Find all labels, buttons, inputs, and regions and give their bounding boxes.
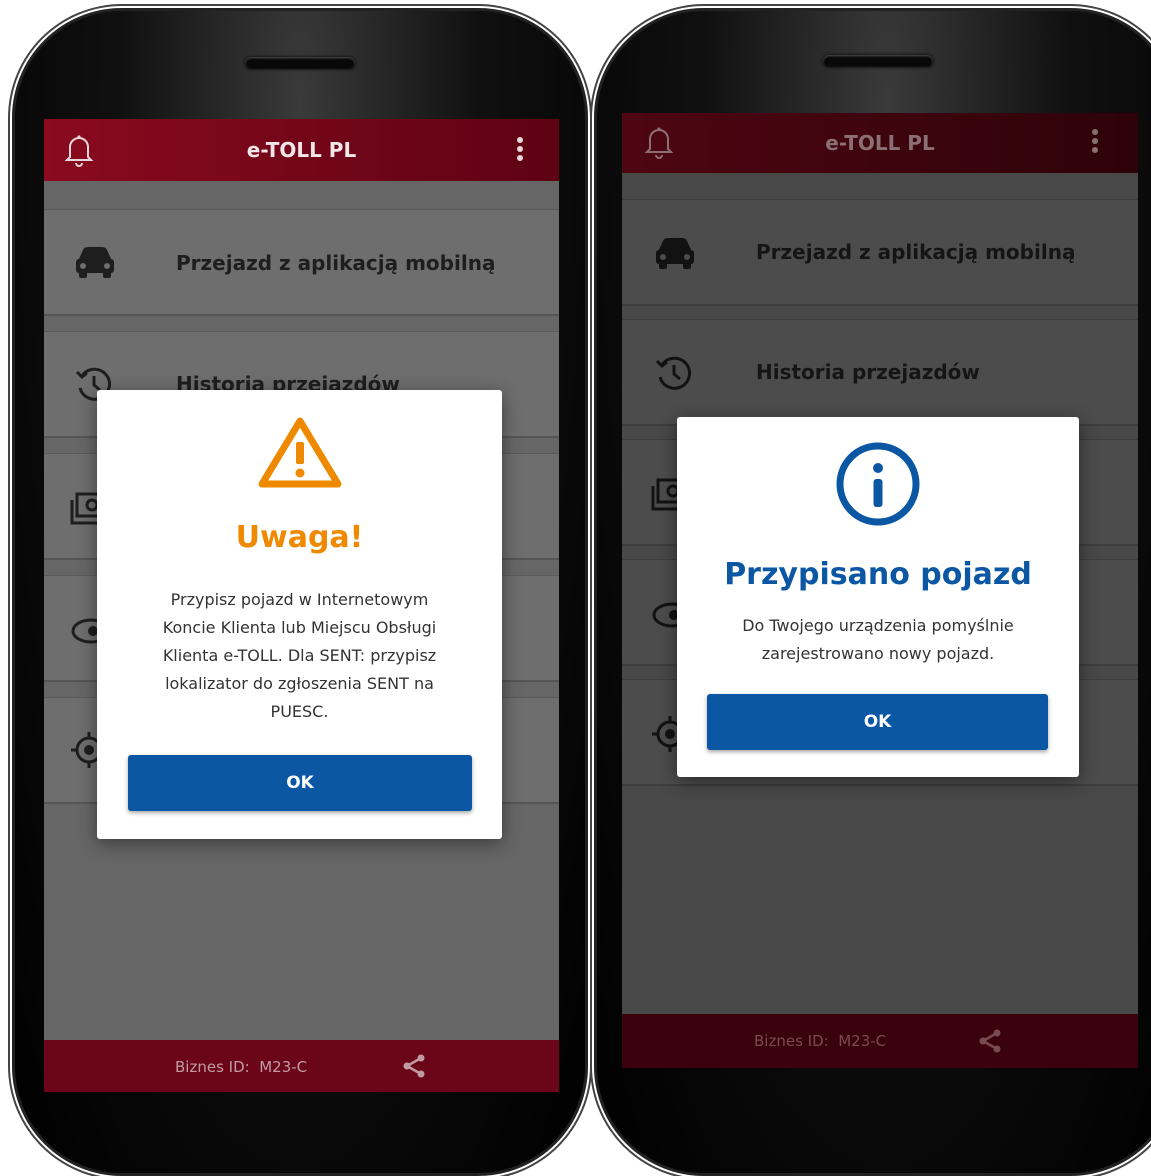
- speaker-grille: [245, 57, 355, 69]
- app-screen: e-TOLL PL Przejazd z aplikacją mobilną H…: [622, 113, 1138, 1068]
- phone-right: e-TOLL PL Przejazd z aplikacją mobilną H…: [594, 8, 1151, 1176]
- business-id: Biznes ID: M23-C: [175, 1058, 307, 1076]
- dialog-title: Uwaga!: [235, 520, 364, 555]
- app-screen: e-TOLL PL Przejazd z aplikacją mobilną H…: [44, 119, 559, 1092]
- info-dialog: Przypisano pojazd Do Twojego urządzenia …: [677, 417, 1079, 777]
- dialog-message: Przypisz pojazd w Internetowym Koncie Kl…: [162, 590, 437, 721]
- ok-button[interactable]: OK: [707, 694, 1048, 750]
- more-options-icon[interactable]: [517, 137, 523, 164]
- business-id-value: M23-C: [259, 1058, 308, 1076]
- menu-item-history[interactable]: Historia przejazdów: [622, 319, 1138, 426]
- speaker-grille: [823, 55, 933, 67]
- more-options-icon[interactable]: [1092, 129, 1098, 156]
- menu-item-mobile-trip[interactable]: Przejazd z aplikacją mobilną: [622, 199, 1138, 306]
- business-id-label: Biznes ID:: [754, 1032, 829, 1050]
- dialog-message: Do Twojego urządzenia pomyślnie zarejest…: [742, 616, 1014, 663]
- history-icon: [654, 353, 694, 397]
- menu-item-label: Historia przejazdów: [756, 360, 980, 384]
- warning-dialog: Uwaga! Przypisz pojazd w Internetowym Ko…: [97, 390, 502, 839]
- phone-left: e-TOLL PL Przejazd z aplikacją mobilną H…: [12, 8, 588, 1176]
- app-title: e-TOLL PL: [246, 138, 357, 162]
- footer-bar: Biznes ID: M23-C: [44, 1040, 559, 1092]
- warning-triangle-icon: [258, 416, 342, 492]
- menu-item-mobile-trip[interactable]: Przejazd z aplikacją mobilną: [44, 209, 559, 316]
- menu-item-label: Przejazd z aplikacją mobilną: [176, 251, 496, 275]
- app-title: e-TOLL PL: [825, 131, 935, 155]
- info-circle-icon: [835, 441, 921, 531]
- car-icon: [74, 245, 116, 283]
- business-id-label: Biznes ID:: [175, 1058, 250, 1076]
- app-bar: e-TOLL PL: [44, 119, 559, 181]
- share-icon[interactable]: [402, 1054, 426, 1082]
- ok-button[interactable]: OK: [128, 755, 472, 811]
- dialog-title: Przypisano pojazd: [724, 557, 1032, 592]
- business-id-value: M23-C: [838, 1032, 887, 1050]
- footer-bar: Biznes ID: M23-C: [622, 1014, 1138, 1068]
- car-icon: [654, 236, 696, 274]
- business-id: Biznes ID: M23-C: [754, 1032, 886, 1050]
- share-icon[interactable]: [978, 1029, 1002, 1057]
- app-bar: e-TOLL PL: [622, 113, 1138, 173]
- menu-item-label: Przejazd z aplikacją mobilną: [756, 240, 1076, 264]
